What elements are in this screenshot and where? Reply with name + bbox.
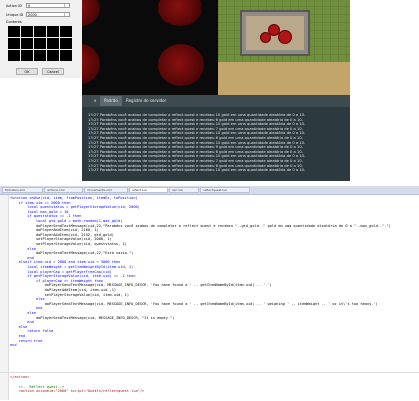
editor-tab[interactable]: reflectquest.lua	[200, 187, 250, 193]
editor-tab[interactable]: npc.lua	[168, 187, 200, 193]
content-slot[interactable]	[47, 50, 59, 61]
content-slot[interactable]	[21, 38, 33, 49]
xml-line: </action>	[10, 375, 30, 379]
red-orb-sprite	[158, 0, 202, 26]
xml-editor[interactable]: </action> <!-- Reflect quest--> <action …	[0, 372, 419, 401]
unique-id-value: 2000	[28, 13, 37, 17]
content-slot[interactable]	[34, 26, 46, 37]
chat-tab-server-log[interactable]: Registro do servidor	[122, 96, 170, 106]
editor-tab[interactable]: reflect.lua	[128, 187, 168, 193]
editor-tab[interactable]: actions.xml	[44, 187, 84, 193]
chat-message: 13:27 Parabéns você acabou de completar …	[88, 168, 306, 173]
content-slot[interactable]	[21, 26, 33, 37]
game-viewport[interactable]	[82, 0, 350, 95]
code-line: doPlayerSendTextMessage(cid, MESSAGE_INF…	[10, 301, 378, 306]
editor-tab-bar: Monsters.xml actions.xml movements.xml refl…	[0, 186, 419, 195]
content-slot[interactable]	[8, 26, 20, 37]
unique-id-input[interactable]: 2000	[26, 12, 70, 17]
chat-tab-padrao[interactable]: Padrão	[100, 96, 122, 106]
content-slot[interactable]	[34, 38, 46, 49]
code-line: doPlayerSendTextMessage(cid, MESSAGE_INF…	[10, 315, 175, 320]
unique-id-label: Unique ID	[6, 13, 24, 17]
chat-tabs: x Padrão Registro do servidor	[82, 95, 350, 107]
content-slot[interactable]	[8, 50, 20, 61]
monster-sprite[interactable]	[260, 32, 271, 43]
red-orb-sprite	[82, 44, 100, 84]
content-slot[interactable]	[47, 26, 59, 37]
code-editor[interactable]: function onUse(cid, item, fromPosition, …	[0, 195, 419, 350]
editor-tab[interactable]: Monsters.xml	[2, 187, 44, 193]
contents-label: Contents	[6, 20, 22, 24]
unique-id-spinner[interactable]	[64, 13, 69, 16]
contents-grid	[8, 26, 72, 61]
content-slot[interactable]	[47, 38, 59, 49]
action-id-spinner[interactable]	[64, 4, 69, 7]
action-id-value: 0	[28, 4, 31, 8]
editor-tab[interactable]: movements.xml	[84, 187, 128, 193]
red-orb-sprite	[82, 0, 100, 26]
content-slot[interactable]	[60, 38, 72, 49]
content-slot[interactable]	[34, 50, 46, 61]
cancel-button[interactable]: Cancel	[42, 68, 64, 75]
action-id-label: Action ID	[6, 4, 22, 8]
map-sand-area[interactable]	[218, 62, 350, 95]
chat-messages: 13:27 Parabéns você acabou de completar …	[88, 113, 348, 173]
action-id-dialog: Action ID 0 Unique ID 2000 Contents OK C…	[0, 0, 82, 78]
content-slot[interactable]	[21, 50, 33, 61]
xml-line: <action uniqueid="2000" script="Quests/r…	[10, 389, 145, 394]
chat-tab-close[interactable]: x	[90, 96, 100, 106]
chat-console: x Padrão Registro do servidor 13:27 Para…	[82, 95, 350, 181]
code-line: end	[10, 343, 17, 348]
action-id-input[interactable]: 0	[26, 3, 70, 8]
content-slot[interactable]	[60, 50, 72, 61]
content-slot[interactable]	[60, 26, 72, 37]
content-slot[interactable]	[8, 38, 20, 49]
ok-button[interactable]: OK	[16, 68, 38, 75]
red-orb-sprite	[158, 44, 204, 86]
monster-sprite[interactable]	[278, 30, 292, 44]
